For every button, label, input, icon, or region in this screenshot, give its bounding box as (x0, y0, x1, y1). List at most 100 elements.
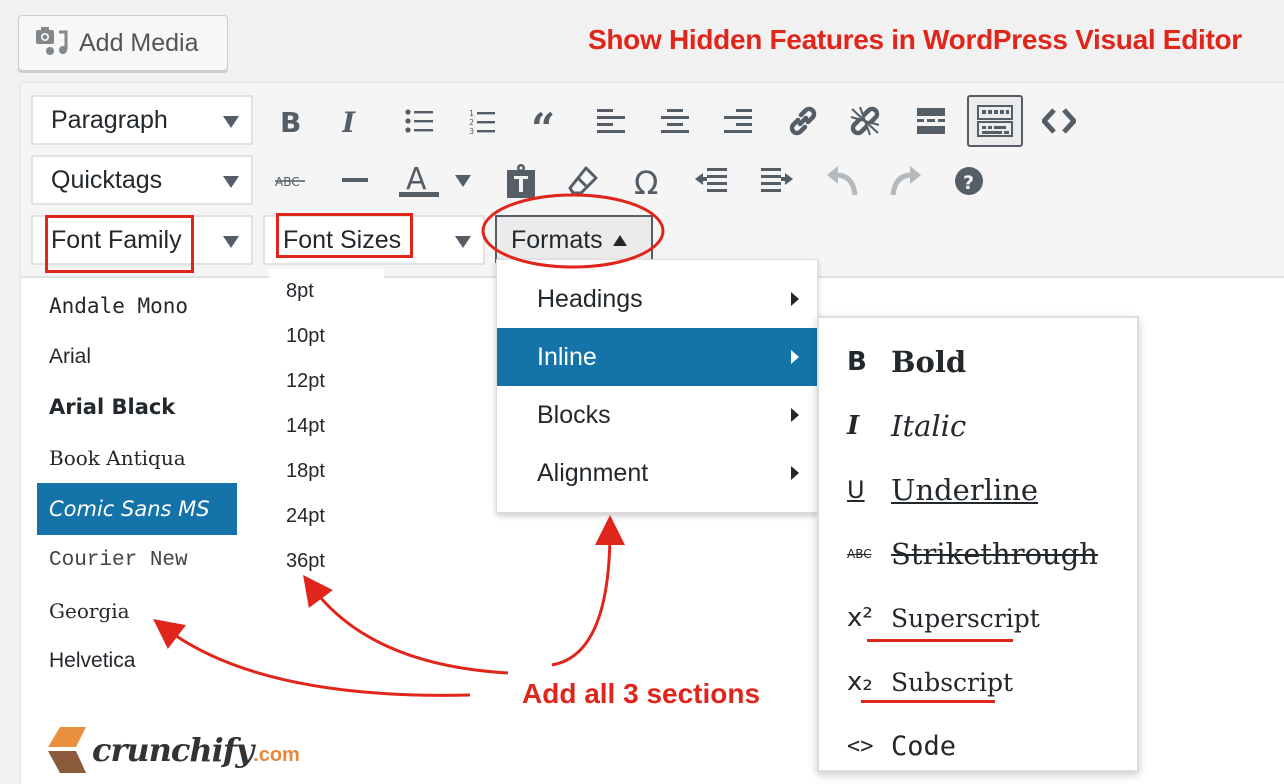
paragraph-select[interactable]: Paragraph (31, 95, 253, 145)
code-icon: <> (847, 733, 874, 759)
chevron-right-icon (791, 408, 799, 422)
font-size-option[interactable]: 18pt (269, 449, 384, 494)
svg-text:3: 3 (469, 127, 474, 134)
superscript-icon: x² (847, 603, 873, 633)
formats-button-label: Formats (511, 225, 603, 254)
inline-item-superscript[interactable]: x² Superscript (819, 586, 1137, 650)
inline-submenu: B Bold I Italic U Underline ABC Striketh… (817, 316, 1139, 772)
toolbar-toggle-icon[interactable] (967, 95, 1023, 147)
inline-item-label: Subscript (891, 667, 1014, 697)
numbered-list-icon[interactable]: 123 (461, 99, 505, 143)
formats-menu-item-inline[interactable]: Inline (497, 328, 817, 386)
text-color-dropdown-icon[interactable] (441, 159, 485, 203)
chevron-right-icon (791, 292, 799, 306)
chevron-right-icon (791, 350, 799, 364)
bold-icon[interactable]: B (269, 99, 313, 143)
svg-text:Ω: Ω (634, 166, 658, 196)
menu-item-label: Headings (537, 284, 643, 313)
inline-item-underline[interactable]: U Underline (819, 458, 1137, 522)
paste-text-icon[interactable] (499, 159, 543, 203)
font-family-option[interactable]: Georgia (37, 586, 237, 637)
inline-item-strikethrough[interactable]: ABC Strikethrough (819, 522, 1137, 586)
font-size-option[interactable]: 8pt (269, 269, 384, 314)
outdent-icon[interactable] (689, 159, 733, 203)
inline-item-subscript[interactable]: x₂ Subscript (819, 650, 1137, 714)
media-icon (35, 26, 69, 61)
svg-text:1: 1 (469, 109, 474, 118)
help-icon[interactable]: ? (947, 159, 991, 203)
formats-menu-item-headings[interactable]: Headings (497, 270, 817, 328)
font-size-option[interactable]: 14pt (269, 404, 384, 449)
chevron-down-icon (455, 236, 471, 248)
chevron-down-icon (223, 176, 239, 188)
inline-item-label: Italic (891, 409, 967, 443)
font-sizes-list: 8pt 10pt 12pt 14pt 18pt 24pt 36pt (269, 269, 384, 584)
formats-menu-item-blocks[interactable]: Blocks (497, 386, 817, 444)
formats-button[interactable]: Formats (495, 215, 653, 263)
crunchify-logo-icon (48, 727, 86, 773)
font-size-option[interactable]: 36pt (269, 539, 384, 584)
align-center-icon[interactable] (653, 99, 697, 143)
svg-text:A: A (406, 163, 427, 197)
code-icon[interactable] (1037, 99, 1081, 143)
inline-item-label: Underline (891, 473, 1039, 507)
inline-item-bold[interactable]: B Bold (819, 330, 1137, 394)
svg-text:“: “ (532, 109, 555, 133)
svg-text:2: 2 (469, 118, 474, 127)
chevron-right-icon (791, 466, 799, 480)
menu-item-label: Alignment (537, 458, 649, 487)
annotation-text: Add all 3 sections (522, 678, 761, 709)
font-size-option[interactable]: 10pt (269, 314, 384, 359)
chevron-up-icon (612, 234, 627, 246)
annotation-box-font-family (45, 215, 194, 273)
crunchify-logo: crunchify .com (44, 725, 300, 775)
subscript-icon: x₂ (847, 667, 873, 697)
font-family-option[interactable]: Arial (37, 332, 237, 383)
read-more-icon[interactable] (909, 99, 953, 143)
bold-icon: B (847, 347, 867, 377)
quicktags-select-label: Quicktags (51, 165, 163, 194)
inline-item-italic[interactable]: I Italic (819, 394, 1137, 458)
text-color-icon[interactable]: A (397, 159, 441, 203)
inline-item-label: Bold (891, 345, 967, 379)
strikethrough-icon[interactable]: ABC (269, 159, 313, 203)
undo-icon[interactable] (821, 159, 865, 203)
inline-item-code[interactable]: <> Code (819, 714, 1137, 778)
blockquote-icon[interactable]: “ (525, 99, 569, 143)
font-family-option[interactable]: Arial Black (37, 382, 237, 433)
bullet-list-icon[interactable] (397, 99, 441, 143)
add-media-button[interactable]: Add Media (18, 15, 228, 71)
svg-text:?: ? (963, 172, 974, 194)
inline-item-label: Code (891, 730, 957, 762)
special-character-icon[interactable]: Ω (627, 159, 671, 203)
font-family-option[interactable]: Helvetica (37, 636, 237, 687)
add-media-label: Add Media (79, 28, 199, 57)
svg-text:ABC: ABC (275, 175, 300, 189)
indent-icon[interactable] (755, 159, 799, 203)
logo-word: crunchify (92, 731, 254, 769)
horizontal-line-icon[interactable] (333, 159, 377, 203)
font-family-list: Andale Mono Arial Arial Black Book Antiq… (37, 281, 237, 687)
font-family-option[interactable]: Book Antiqua (37, 433, 237, 484)
formats-menu-item-alignment[interactable]: Alignment (497, 444, 817, 502)
svg-text:B: B (280, 108, 301, 134)
font-family-option-selected[interactable]: Comic Sans MS (37, 483, 237, 535)
formats-menu: Headings Inline Blocks Alignment (496, 259, 818, 513)
unlink-icon[interactable] (843, 99, 887, 143)
align-right-icon[interactable] (716, 99, 760, 143)
redo-icon[interactable] (883, 159, 927, 203)
font-family-option[interactable]: Andale Mono (37, 281, 237, 332)
menu-item-label: Blocks (537, 400, 611, 429)
annotation-box-font-sizes (276, 213, 413, 258)
font-size-option[interactable]: 24pt (269, 494, 384, 539)
svg-text:I: I (342, 108, 356, 134)
italic-icon[interactable]: I (331, 99, 375, 143)
italic-icon: I (847, 411, 860, 441)
strikethrough-icon: ABC (847, 547, 872, 561)
link-icon[interactable] (781, 99, 825, 143)
font-size-option[interactable]: 12pt (269, 359, 384, 404)
align-left-icon[interactable] (589, 99, 633, 143)
quicktags-select[interactable]: Quicktags (31, 155, 253, 205)
clear-formatting-icon[interactable] (561, 159, 605, 203)
font-family-option[interactable]: Courier New (37, 535, 237, 586)
